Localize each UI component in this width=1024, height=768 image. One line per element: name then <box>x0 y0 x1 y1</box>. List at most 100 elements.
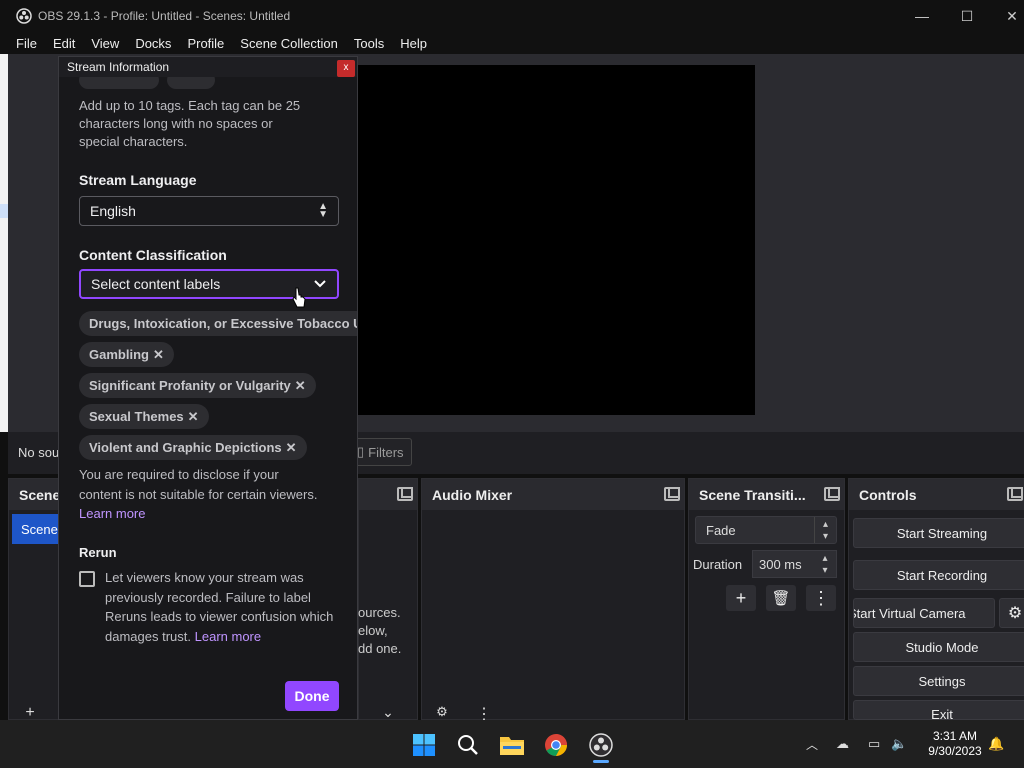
studio-mode-button[interactable]: Studio Mode <box>853 632 1024 662</box>
disclosure-text: You are required to disclose if your con… <box>79 465 317 524</box>
chevron-up-icon[interactable]: ︿ <box>806 736 818 753</box>
maximize-button[interactable]: ☐ <box>944 0 990 32</box>
trash-icon[interactable]: 🗑 <box>766 585 796 611</box>
menu-profile[interactable]: Profile <box>179 36 232 51</box>
chrome-icon[interactable] <box>543 732 569 758</box>
exit-label: Exit <box>931 707 953 720</box>
dialog-close-button[interactable]: x <box>337 60 355 77</box>
spinner-icon[interactable]: ▴ ▾ <box>814 551 836 577</box>
mouse-cursor-icon <box>292 287 306 308</box>
start-recording-button[interactable]: Start Recording <box>853 560 1024 590</box>
scene-transitions-title: Scene Transiti... <box>699 486 806 503</box>
rerun-checkbox[interactable] <box>79 571 95 587</box>
network-icon[interactable]: ▭ <box>868 736 880 752</box>
sources-hint-line: dd one. <box>358 641 402 656</box>
clock-time: 3:31 AM <box>932 729 978 743</box>
virtual-camera-gear-icon[interactable]: ⚙ <box>999 598 1024 628</box>
menu-bar: File Edit View Docks Profile Scene Colle… <box>0 32 1024 54</box>
disclosure-line: content is not suitable for certain view… <box>79 486 318 502</box>
content-label-text: Gambling <box>89 347 149 362</box>
more-options-icon[interactable]: ⋮ <box>806 585 836 611</box>
content-label-pill[interactable]: Significant Profanity or Vulgarity ✕ <box>79 373 316 398</box>
menu-docks[interactable]: Docks <box>127 36 179 51</box>
more-options-icon[interactable]: ⋮ <box>470 704 498 723</box>
start-virtual-camera-label: Start Virtual Camera <box>853 605 966 621</box>
settings-button[interactable]: Settings <box>853 666 1024 696</box>
content-label-pill[interactable]: Drugs, Intoxication, or Excessive Tobacc… <box>79 311 358 336</box>
start-virtual-camera-button[interactable]: Start Virtual Camera <box>853 598 995 628</box>
audio-mixer-dock: Audio Mixer <box>421 478 685 720</box>
content-label-text: Drugs, Intoxication, or Excessive Tobacc… <box>89 316 358 331</box>
menu-scene-collection[interactable]: Scene Collection <box>232 36 346 51</box>
title-bar: OBS 29.1.3 - Profile: Untitled - Scenes:… <box>0 0 1024 32</box>
scenes-dock-title: Scene <box>19 486 61 503</box>
tags-help-line: characters long with no spaces or <box>79 116 273 131</box>
system-clock[interactable]: 3:31 AM 9/30/2023 <box>918 729 992 759</box>
content-labels-placeholder: Select content labels <box>91 276 221 292</box>
dialog-title: Stream Information <box>59 57 357 77</box>
controls-title: Controls <box>859 486 917 503</box>
add-scene-icon[interactable]: + <box>16 704 44 721</box>
undock-icon[interactable] <box>1007 487 1023 501</box>
close-window-button[interactable]: ✕ <box>989 0 1024 32</box>
remove-x-icon[interactable]: ✕ <box>188 409 199 425</box>
notification-bell-icon[interactable]: 🔔 <box>988 736 1004 752</box>
disclosure-line: You are required to disclose if your <box>79 467 279 482</box>
learn-more-link[interactable]: Learn more <box>79 504 317 524</box>
obs-icon[interactable] <box>588 732 614 758</box>
chevron-down-icon[interactable]: ⌄ <box>374 704 402 720</box>
background-window-strip <box>0 54 8 432</box>
remove-x-icon[interactable]: ✕ <box>295 378 306 394</box>
start-streaming-button[interactable]: Start Streaming <box>853 518 1024 548</box>
menu-edit[interactable]: Edit <box>45 36 83 51</box>
stream-language-label: Stream Language <box>79 172 197 188</box>
rerun-learn-more-link[interactable]: Learn more <box>195 629 261 644</box>
filters-label: Filters <box>368 444 404 460</box>
menu-tools[interactable]: Tools <box>346 36 392 51</box>
tags-help-text: Add up to 10 tags. Each tag can be 25 ch… <box>79 97 300 151</box>
file-explorer-icon[interactable] <box>499 732 525 758</box>
tags-help-line: special characters. <box>79 134 188 149</box>
window-title: OBS 29.1.3 - Profile: Untitled - Scenes:… <box>38 9 291 23</box>
transition-value: Fade <box>706 522 736 538</box>
scene-list-item[interactable]: Scene <box>12 514 62 544</box>
remove-x-icon[interactable]: ✕ <box>153 347 164 363</box>
add-transition-icon[interactable]: + <box>726 585 756 611</box>
onedrive-icon[interactable]: ☁ <box>836 736 849 752</box>
menu-help[interactable]: Help <box>392 36 435 51</box>
search-icon[interactable] <box>455 732 481 758</box>
minimize-button[interactable]: — <box>899 0 945 32</box>
gear-icon[interactable]: ⚙ <box>428 704 456 720</box>
windows-start-icon[interactable] <box>411 732 437 758</box>
no-source-label: No sou <box>18 445 60 460</box>
obs-app-icon <box>16 8 32 24</box>
content-labels-select[interactable]: Select content labels <box>79 269 339 308</box>
duration-input[interactable]: 300 ms ▴ ▾ <box>752 550 837 578</box>
content-label-pill[interactable]: Sexual Themes ✕ <box>79 404 209 429</box>
preview-canvas[interactable] <box>357 65 755 415</box>
done-button[interactable]: Done <box>285 681 339 711</box>
undock-icon[interactable] <box>824 487 840 501</box>
filters-button[interactable]: ▯ Filters <box>350 438 412 466</box>
volume-icon[interactable]: 🔈 <box>891 736 907 752</box>
content-label-text: Violent and Graphic Depictions <box>89 440 282 455</box>
undock-icon[interactable] <box>397 487 413 501</box>
duration-value: 300 ms <box>759 556 802 572</box>
sources-hint: ources. elow, dd one. <box>358 604 401 658</box>
remove-x-icon[interactable]: ✕ <box>286 440 297 456</box>
menu-file[interactable]: File <box>8 36 45 51</box>
updown-icon: ▴ ▾ <box>814 517 836 543</box>
exit-button[interactable]: Exit <box>853 700 1024 720</box>
stream-language-select[interactable]: English ▲ ▼ <box>79 196 339 226</box>
rerun-label: Rerun <box>79 545 117 560</box>
transition-select[interactable]: Fade ▴ ▾ <box>695 516 837 544</box>
stream-language-value: English <box>90 203 136 219</box>
clock-date: 9/30/2023 <box>928 744 982 758</box>
content-label-pill[interactable]: Violent and Graphic Depictions ✕ <box>79 435 307 460</box>
content-label-text: Sexual Themes <box>89 409 184 424</box>
duration-label: Duration <box>693 557 743 572</box>
active-app-indicator <box>593 760 609 763</box>
content-label-pill[interactable]: Gambling ✕ <box>79 342 174 367</box>
menu-view[interactable]: View <box>83 36 127 51</box>
undock-icon[interactable] <box>664 487 680 501</box>
